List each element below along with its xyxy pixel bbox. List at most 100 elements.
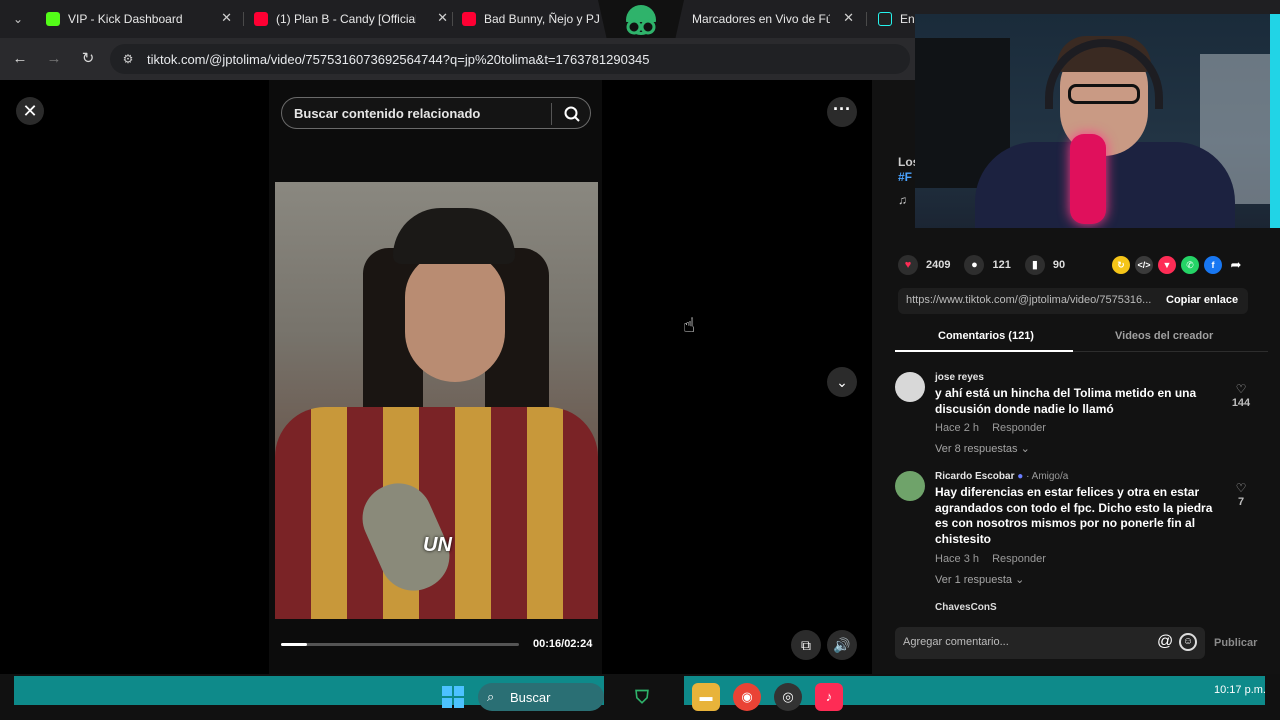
video-subject	[405, 252, 505, 382]
tab-label: VIP - Kick Dashboard	[68, 12, 183, 26]
comment-like[interactable]: ♡ 144	[1230, 382, 1252, 409]
share-buttons: ↻ </> ▼ ✆ f ➦	[1112, 256, 1245, 274]
share-link-text[interactable]: https://www.tiktok.com/@jptolima/video/7…	[906, 294, 1156, 306]
tab-creator-videos[interactable]: Videos del creador	[1115, 330, 1213, 342]
tab-label: (1) Plan B - Candy [Official A	[276, 12, 416, 26]
engagement-actions: ♥ 2409 ● 121 ▮ 90	[898, 254, 1079, 276]
video-frame[interactable]: UN	[275, 182, 598, 619]
comment-username[interactable]: jose reyes	[935, 372, 984, 383]
url-bar[interactable]: ⚙ tiktok.com/@jptolima/video/75753160736…	[110, 44, 910, 74]
volume-button[interactable]: 🔊	[827, 630, 857, 660]
youtube-favicon-icon	[254, 12, 268, 26]
hashtag-fragment[interactable]: #F	[898, 170, 912, 184]
obs-icon[interactable]: ◎	[774, 683, 802, 711]
related-search-input[interactable]: Buscar contenido relacionado	[281, 97, 591, 129]
stream-shield-icon[interactable]: ⛉	[628, 683, 656, 711]
tab-kick-dashboard[interactable]: VIP - Kick Dashboard ✕	[38, 6, 238, 32]
share-link-row: https://www.tiktok.com/@jptolima/video/7…	[898, 288, 1248, 314]
video-progress-bar[interactable]	[281, 643, 519, 646]
embed-icon[interactable]: </>	[1135, 256, 1153, 274]
comment-meta: Hace 2 h Responder	[935, 422, 1046, 434]
friend-badge-icon: ●	[1017, 471, 1024, 482]
floating-player-icon: ⧉	[801, 637, 811, 653]
comment-text: Hay diferencias en estar felices y otra …	[935, 485, 1213, 546]
tab-plan-b-candy[interactable]: (1) Plan B - Candy [Official A ✕	[246, 6, 454, 32]
view-replies-button[interactable]: Ver 1 respuesta ⌄	[935, 573, 1024, 586]
clock-time: 10:17 p.m.	[1214, 684, 1266, 696]
reply-button[interactable]: Responder	[992, 553, 1046, 565]
facebook-icon[interactable]: f	[1204, 256, 1222, 274]
floating-player-button[interactable]: ⧉	[791, 630, 821, 660]
comment-time: Hace 2 h	[935, 422, 980, 434]
tiktok-app-icon[interactable]: ♪	[815, 683, 843, 711]
copy-link-button[interactable]: Copiar enlace	[1166, 294, 1238, 306]
tab-bad-bunny[interactable]: Bad Bunny, Ñejo y PJ S	[454, 6, 599, 32]
search-divider	[551, 103, 552, 125]
volume-icon: 🔊	[833, 637, 851, 653]
tab-marcadores[interactable]: Marcadores en Vivo de Fútb ✕	[684, 6, 860, 32]
active-tab-underline	[895, 350, 1073, 352]
tab-close-icon[interactable]: ✕	[437, 10, 448, 26]
comment-like-count: 7	[1237, 496, 1245, 508]
repost-icon[interactable]: ↻	[1112, 256, 1130, 274]
tab-close-icon[interactable]: ✕	[221, 10, 232, 26]
comment-item: jose reyes y ahí está un hincha del Toli…	[895, 372, 1255, 462]
search-icon: ⌕	[487, 689, 495, 704]
video-progress-fill	[281, 643, 308, 646]
taskbar-search[interactable]: ⌕ Buscar	[478, 683, 604, 711]
forward-arrow-icon[interactable]: →	[44, 49, 64, 69]
avatar[interactable]	[895, 471, 925, 501]
more-options-button[interactable]: ···	[827, 97, 857, 127]
video-subject	[275, 407, 598, 619]
tab-tiktok[interactable]: Enc	[870, 6, 916, 32]
friend-tag: · Amigo/a	[1026, 471, 1069, 482]
avatar[interactable]	[895, 372, 925, 402]
search-icon[interactable]	[562, 104, 582, 124]
file-explorer-icon[interactable]: ▬	[692, 683, 720, 711]
heart-outline-icon: ♡	[1235, 382, 1247, 396]
streamer-webcam	[915, 14, 1280, 228]
next-comment-username[interactable]: ChavesConS	[935, 602, 997, 613]
tab-list-chevron-icon[interactable]: ⌄	[8, 9, 28, 29]
video-subject	[393, 208, 515, 264]
whatsapp-icon[interactable]: ✆	[1181, 256, 1199, 274]
comment-action[interactable]: ● 121	[964, 255, 1011, 275]
tiktok-favicon-icon	[878, 12, 892, 26]
url-text[interactable]: tiktok.com/@jptolima/video/7575316073692…	[147, 52, 650, 67]
comment-username[interactable]: Ricardo Escobar ● · Amigo/a	[935, 471, 1068, 482]
music-note-icon: ♫	[898, 193, 907, 207]
tab-label: Bad Bunny, Ñejo y PJ S	[484, 12, 599, 26]
save-count: 90	[1052, 259, 1066, 271]
comment-like-count: 144	[1231, 397, 1251, 409]
reply-button[interactable]: Responder	[992, 422, 1046, 434]
publish-button[interactable]: Publicar	[1214, 637, 1257, 649]
site-settings-icon[interactable]: ⚙	[120, 51, 136, 67]
save-action[interactable]: ▮ 90	[1024, 255, 1066, 275]
mention-icon[interactable]: @	[1157, 633, 1173, 651]
reload-icon[interactable]: ↻	[78, 49, 98, 69]
close-video-button[interactable]: ✕	[16, 97, 44, 125]
comment-like[interactable]: ♡ 7	[1230, 481, 1252, 508]
hand-cursor-icon: ☝	[683, 315, 696, 337]
youtube-favicon-icon	[462, 12, 476, 26]
kick-favicon-icon	[46, 12, 60, 26]
webcam-microphone	[1070, 134, 1106, 224]
view-replies-button[interactable]: Ver 8 respuestas ⌄	[935, 442, 1030, 455]
share-arrow-icon[interactable]: ➦	[1227, 256, 1245, 274]
username-text: Ricardo Escobar	[935, 471, 1015, 482]
windows-start-icon[interactable]	[442, 686, 464, 708]
back-arrow-icon[interactable]: ←	[10, 49, 30, 69]
close-icon: ✕	[22, 101, 38, 121]
tab-divider	[866, 12, 867, 26]
chrome-icon[interactable]: ◉	[733, 683, 761, 711]
next-video-button[interactable]: ⌄	[827, 367, 857, 397]
tab-label: Enc	[900, 12, 916, 26]
tab-comments[interactable]: Comentarios (121)	[938, 330, 1034, 342]
send-icon[interactable]: ▼	[1158, 256, 1176, 274]
tab-close-icon[interactable]: ✕	[843, 10, 854, 26]
taskbar-clock[interactable]: 10:17 p.m.	[1196, 683, 1266, 697]
like-action[interactable]: ♥ 2409	[898, 255, 950, 275]
emoji-icon[interactable]: ☺	[1179, 633, 1197, 651]
heart-outline-icon: ♡	[1235, 481, 1247, 495]
comment-input[interactable]: Agregar comentario... @ ☺	[895, 627, 1205, 659]
